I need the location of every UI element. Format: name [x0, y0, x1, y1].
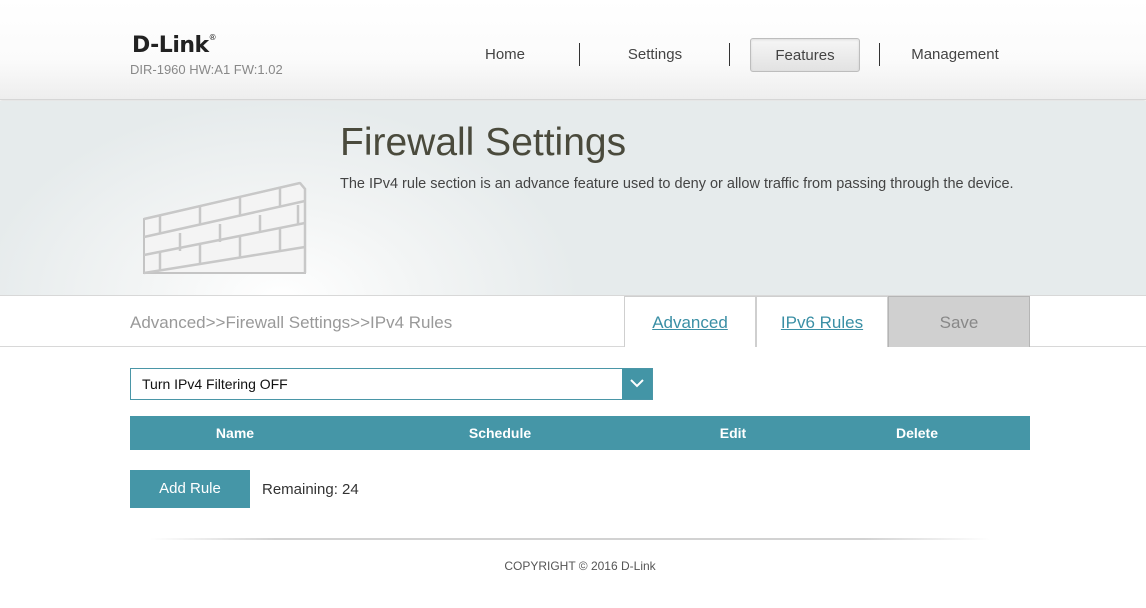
remaining-value: 24 — [342, 481, 359, 498]
column-schedule: Schedule — [468, 425, 532, 441]
nav-divider — [879, 43, 880, 66]
column-name: Name — [215, 425, 255, 441]
top-header: D-Link® DIR-1960 HW:A1 FW:1.02 Home Sett… — [0, 0, 1146, 100]
save-button[interactable]: Save — [888, 296, 1030, 347]
dlink-logo: D-Link® — [132, 33, 217, 58]
nav-home[interactable]: Home — [450, 38, 560, 72]
nav-management[interactable]: Management — [895, 38, 1015, 72]
page-title: Firewall Settings — [340, 121, 627, 164]
column-edit: Edit — [719, 425, 747, 441]
registered-mark-icon: ® — [208, 33, 217, 42]
brick-wall-icon — [143, 181, 307, 275]
column-delete: Delete — [895, 425, 939, 441]
page-description: The IPv4 rule section is an advance feat… — [340, 176, 1014, 192]
advanced-link[interactable]: Advanced — [624, 296, 756, 347]
nav-features[interactable]: Features — [750, 38, 860, 72]
breadcrumb: Advanced>>Firewall Settings>>IPv4 Rules — [130, 313, 453, 332]
dropdown-toggle[interactable] — [622, 369, 652, 399]
footer-divider — [150, 538, 990, 540]
nav-settings[interactable]: Settings — [600, 38, 710, 72]
ipv4-filter-select[interactable]: Turn IPv4 Filtering OFF — [130, 368, 653, 400]
chevron-down-icon — [630, 379, 644, 388]
copyright: COPYRIGHT © 2016 D-Link — [504, 559, 656, 573]
nav-divider — [579, 43, 580, 66]
ipv4-filter-value: Turn IPv4 Filtering OFF — [142, 376, 288, 392]
toolbar: Advanced>>Firewall Settings>>IPv4 Rules … — [0, 296, 1146, 347]
rules-table-header: Name Schedule Edit Delete — [130, 416, 1030, 450]
page-banner: Firewall Settings The IPv4 rule section … — [0, 101, 1146, 296]
add-rule-button[interactable]: Add Rule — [130, 470, 250, 508]
device-model: DIR-1960 HW:A1 FW:1.02 — [130, 62, 283, 77]
remaining-count: Remaining: 24 — [262, 481, 359, 498]
ipv6-rules-link[interactable]: IPv6 Rules — [756, 296, 888, 347]
remaining-label: Remaining: — [262, 481, 338, 498]
nav-divider — [729, 43, 730, 66]
